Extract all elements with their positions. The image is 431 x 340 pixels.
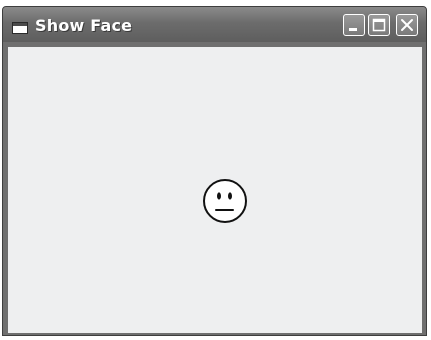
title-bar[interactable]: Show Face <box>3 7 426 42</box>
client-area <box>8 47 422 333</box>
neutral-face-icon <box>201 177 249 225</box>
close-icon <box>401 19 413 31</box>
window-app-icon[interactable] <box>12 19 28 34</box>
maximize-button[interactable] <box>368 14 390 36</box>
window-title: Show Face <box>35 16 133 35</box>
minimize-icon <box>349 28 357 31</box>
close-button[interactable] <box>396 14 418 36</box>
show-face-window: Show Face <box>2 6 427 336</box>
minimize-button[interactable] <box>343 14 365 36</box>
maximize-icon <box>372 18 386 32</box>
